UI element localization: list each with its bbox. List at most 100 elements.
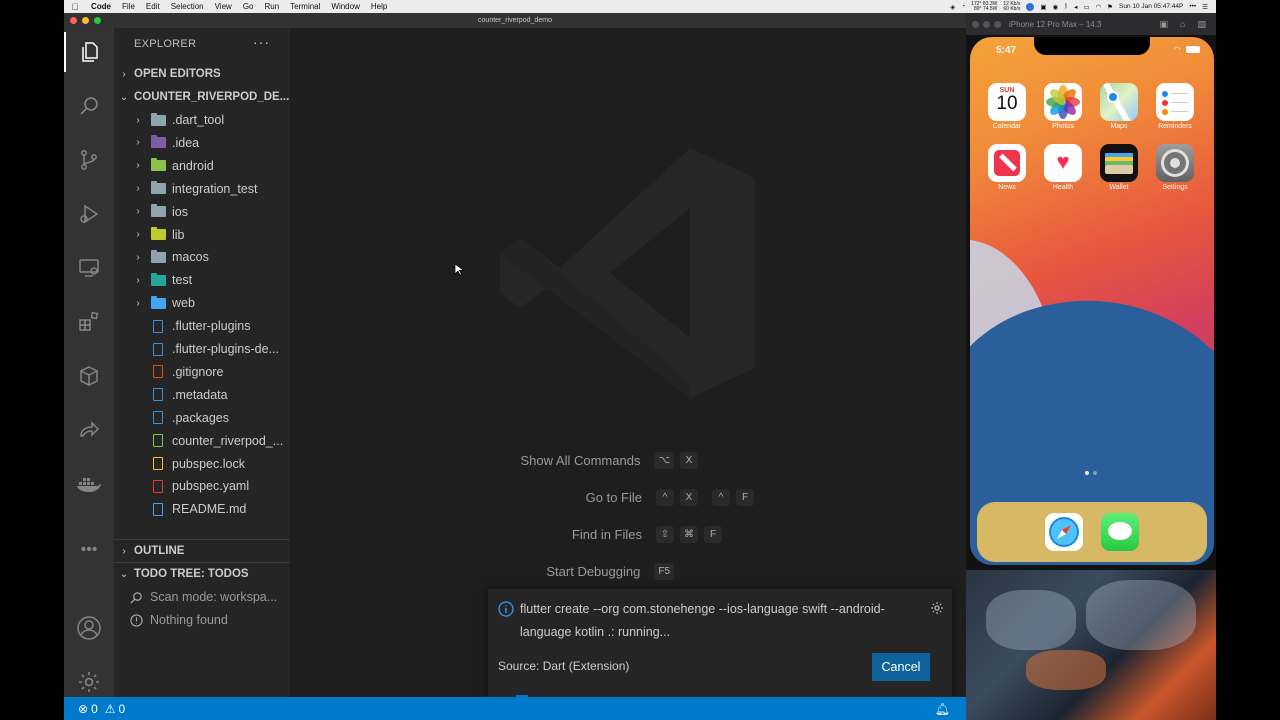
tree-item[interactable]: › ios (114, 201, 290, 223)
package-icon[interactable] (64, 356, 114, 396)
tree-item[interactable]: pubspec.yaml (114, 475, 290, 497)
wifi-icon[interactable]: ◠ (1096, 3, 1102, 11)
screenshot-icon[interactable]: ▣ (1160, 19, 1169, 30)
record-icon[interactable]: ◉ (1053, 3, 1059, 11)
minimize-window-button[interactable] (82, 17, 89, 24)
section-project[interactable]: ⌄ COUNTER_RIVERPOD_DE... (114, 86, 290, 108)
home-screen[interactable]: 5:47 ◠ SUN 10 Calendar Photos Maps Remin… (970, 37, 1214, 565)
tree-item[interactable]: .packages (114, 407, 290, 429)
menu-terminal[interactable]: Terminal (290, 2, 320, 11)
app-health[interactable]: ♥ Health (1038, 144, 1088, 191)
tree-item[interactable]: .gitignore (114, 361, 290, 383)
cmd-find-in-files[interactable]: Find in Files ⇧ ⌘ F (572, 526, 722, 543)
tree-item[interactable]: › .idea (114, 132, 290, 154)
sim-close-button[interactable] (972, 20, 979, 28)
settings-gear-icon[interactable] (64, 662, 114, 702)
page-indicator[interactable] (1085, 471, 1097, 475)
notification-message: flutter create --org com.stonehenge --io… (520, 602, 885, 639)
section-open-editors[interactable]: › OPEN EDITORS (114, 63, 290, 85)
menu-app-name[interactable]: Code (91, 2, 111, 11)
datetime[interactable]: Sun 10 Jan 05:47:44P (1119, 3, 1183, 10)
menu-view[interactable]: View (215, 2, 232, 11)
sim-zoom-button[interactable] (994, 20, 1001, 28)
iphone-simulator[interactable]: 5:47 ◠ SUN 10 Calendar Photos Maps Remin… (966, 35, 1216, 570)
menu-window[interactable]: Window (331, 2, 359, 11)
cast-icon[interactable]: ▣ (1040, 3, 1046, 11)
flag-icon[interactable]: ⚑ (1107, 3, 1113, 11)
bluetooth-icon[interactable]: ᛒ (1064, 3, 1068, 10)
app-label: Maps (1110, 123, 1128, 130)
zoom-window-button[interactable] (94, 17, 101, 24)
tree-item[interactable]: .flutter-plugins (114, 315, 290, 337)
apple-icon[interactable]:  (70, 2, 80, 12)
sidebar-more-icon[interactable]: ··· (253, 34, 270, 50)
rotate-icon[interactable]: ▧ (1197, 19, 1206, 30)
tree-item[interactable]: .metadata (114, 384, 290, 406)
globe-icon[interactable] (1026, 2, 1035, 11)
screen-root:  Code File Edit Selection View Go Run T… (0, 0, 1280, 720)
messages-icon[interactable] (1101, 513, 1139, 551)
notifications-bell-icon[interactable]: 🔔︎ (935, 702, 950, 716)
safari-icon[interactable] (1045, 513, 1083, 551)
run-debug-icon[interactable] (64, 194, 114, 234)
vscode-window: counter_riverpod_demo ••• EXPLORER ··· ›… (64, 13, 966, 720)
cmd-label: Show All Commands (520, 453, 641, 468)
accounts-icon[interactable] (64, 608, 114, 648)
search-icon[interactable] (64, 86, 114, 126)
tree-item[interactable]: › test (114, 269, 290, 291)
tree-item[interactable]: › macos (114, 246, 290, 268)
live-share-icon[interactable] (64, 410, 114, 450)
app-wallet[interactable]: Wallet (1094, 144, 1144, 191)
menu-edit[interactable]: Edit (146, 2, 160, 11)
cmd-start-debugging[interactable]: Start Debugging F5 (546, 563, 674, 580)
app-maps[interactable]: Maps (1094, 83, 1144, 130)
app-calendar[interactable]: SUN 10 Calendar (982, 83, 1032, 130)
volume-icon[interactable]: ◂ (1074, 3, 1077, 11)
cancel-button[interactable]: Cancel (872, 653, 930, 681)
tree-item[interactable]: README.md (114, 498, 290, 520)
notification-gear-icon[interactable] (930, 601, 944, 615)
close-window-button[interactable] (70, 17, 77, 24)
calendar-date: 10 (996, 93, 1018, 114)
app-photos[interactable]: Photos (1038, 83, 1088, 130)
problems-indicator[interactable]: ⊗ 0 ⚠ 0 (78, 702, 125, 716)
cmd-label: Find in Files (571, 527, 642, 542)
menu-help[interactable]: Help (371, 2, 387, 11)
explorer-icon[interactable] (64, 32, 114, 72)
sim-minimize-button[interactable] (983, 20, 990, 28)
letterbox-left (0, 0, 64, 720)
app-label: Settings (1162, 184, 1188, 191)
tree-item[interactable]: counter_riverpod_... (114, 430, 290, 452)
menu-selection[interactable]: Selection (171, 2, 204, 11)
cmd-show-all-commands[interactable]: Show All Commands ⌥ X (521, 452, 698, 469)
docker-icon[interactable] (64, 464, 114, 504)
tree-item[interactable]: › integration_test (114, 178, 290, 200)
tree-item[interactable]: .flutter-plugins-de... (114, 338, 290, 360)
remote-explorer-icon[interactable] (64, 248, 114, 288)
app-settings[interactable]: Settings (1150, 144, 1200, 191)
section-todo-tree[interactable]: ⌄ TODO TREE: TODOS (114, 563, 290, 585)
more-menu-icon[interactable]: ••• (1189, 3, 1196, 10)
menu-run[interactable]: Run (264, 2, 279, 11)
section-outline[interactable]: › OUTLINE (114, 540, 290, 562)
home-icon[interactable]: ⌂ (1180, 19, 1185, 30)
dropbox-icon[interactable]: ◈ (950, 3, 955, 11)
todo-scan-mode[interactable]: Scan mode: workspa... (114, 586, 290, 608)
source-control-icon[interactable] (64, 140, 114, 180)
gauge-icon[interactable]: ◔ (961, 3, 965, 10)
tree-item[interactable]: › lib (114, 224, 290, 246)
battery-icon[interactable]: ▭ (1083, 3, 1089, 11)
more-views-icon[interactable]: ••• (64, 530, 114, 570)
tree-item[interactable]: › android (114, 155, 290, 177)
app-reminders[interactable]: Reminders (1150, 83, 1200, 130)
tree-item[interactable]: › .dart_tool (114, 109, 290, 131)
tree-item[interactable]: › web (114, 292, 290, 314)
app-news[interactable]: News (982, 144, 1032, 191)
tree-item-label: pubspec.lock (172, 456, 245, 471)
menu-go[interactable]: Go (243, 2, 254, 11)
tree-item[interactable]: pubspec.lock (114, 453, 290, 475)
cmd-go-to-file[interactable]: Go to File ^ X ^ F (586, 489, 754, 506)
list-icon[interactable]: ☰ (1202, 3, 1208, 11)
extensions-icon[interactable] (64, 302, 114, 342)
menu-file[interactable]: File (122, 2, 135, 11)
